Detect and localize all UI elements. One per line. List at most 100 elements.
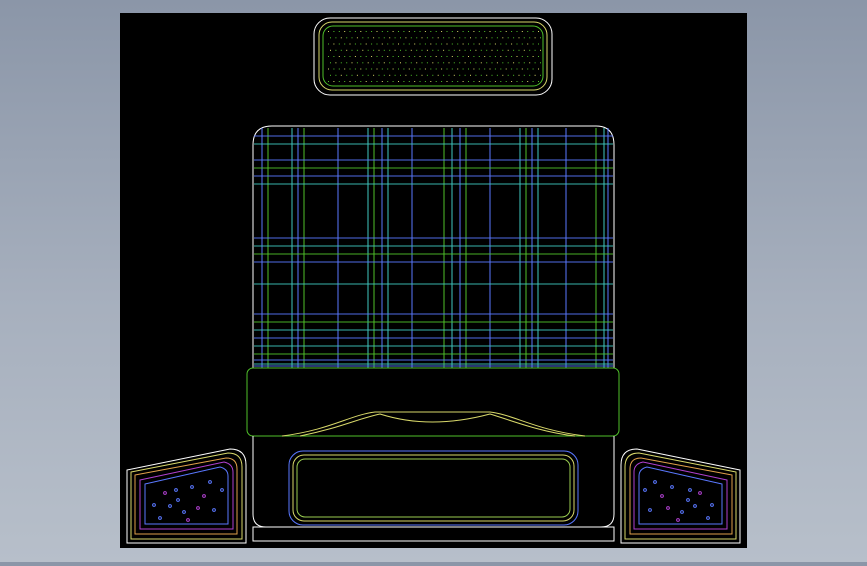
headrest-dot — [540, 62, 541, 64]
headrest-dot — [373, 74, 375, 76]
headrest-dot — [338, 31, 340, 32]
headrest-dot — [489, 81, 491, 82]
headrest-dot — [405, 62, 407, 64]
headrest-dot — [513, 62, 515, 64]
headrest-dot — [527, 56, 529, 57]
headrest-dot — [534, 37, 536, 39]
headrest-dot — [538, 68, 539, 70]
headrest-dot — [335, 37, 337, 39]
headrest-dot — [500, 81, 502, 82]
headrest-dot — [534, 74, 536, 76]
headrest-dot — [398, 81, 399, 82]
headrest-dot — [521, 56, 523, 57]
headrest-dot — [360, 81, 362, 82]
headrest-dot — [441, 31, 443, 32]
headrest-dot — [349, 81, 351, 82]
headrest-dot — [468, 31, 469, 32]
headrest-dot — [338, 43, 340, 45]
headrest-dot — [333, 81, 335, 82]
headrest-dot — [475, 49, 477, 51]
headrest-dot — [403, 56, 405, 57]
headrest-dot — [387, 68, 389, 70]
headrest-dot — [462, 81, 464, 82]
headrest-dot — [424, 56, 426, 57]
headrest-dot — [513, 74, 515, 76]
headrest-dot — [513, 37, 515, 39]
headrest-dot — [376, 31, 378, 32]
headrest-dot — [527, 68, 529, 70]
headrest-dot — [430, 56, 432, 57]
headrest-dot — [346, 49, 348, 51]
headrest-dot — [405, 49, 407, 51]
headrest-dot — [354, 68, 356, 70]
headrest-dot — [371, 56, 373, 57]
headrest-dot — [507, 74, 509, 76]
headrest-dot — [328, 81, 329, 82]
headrest-dot — [464, 62, 466, 64]
headrest-dot — [451, 56, 453, 57]
headrest-dot — [424, 43, 426, 45]
headrest-dot — [371, 31, 373, 32]
headrest-dot — [505, 56, 507, 57]
headrest-dot — [470, 74, 471, 76]
headrest-dot — [378, 62, 380, 64]
headrest-dot — [534, 49, 536, 51]
headrest-dot — [532, 43, 534, 45]
headrest-dot — [478, 56, 480, 57]
headrest-dot — [464, 74, 466, 76]
headrest-dot — [367, 62, 369, 64]
headrest-dot — [502, 62, 504, 64]
headrest-dot — [464, 37, 466, 39]
headrest-dot — [511, 56, 513, 57]
headrest-dot — [394, 37, 396, 39]
headrest-dot — [408, 68, 410, 70]
headrest-dot — [421, 62, 423, 64]
headrest-dot — [441, 81, 443, 82]
headrest-dot — [448, 37, 450, 39]
headrest-dot — [523, 49, 525, 51]
headrest-dot — [441, 56, 443, 57]
headrest-dot — [475, 37, 477, 39]
headrest-dot — [381, 43, 383, 45]
headrest-dot — [381, 68, 383, 70]
headrest-dot — [344, 81, 346, 82]
headrest-dot — [540, 37, 541, 39]
headrest-dot — [351, 37, 353, 39]
headrest-dot — [344, 31, 346, 32]
headrest-dot — [426, 37, 428, 39]
headrest-dot — [378, 74, 380, 76]
headrest-dot — [378, 49, 380, 51]
headrest-dot — [529, 74, 531, 76]
headrest-dot — [340, 62, 342, 64]
headrest-dot — [491, 49, 493, 51]
headrest-dot — [328, 68, 329, 70]
headrest-dot — [424, 31, 426, 32]
headrest-dot — [421, 74, 423, 76]
headrest-dot — [473, 81, 475, 82]
headrest-dot — [468, 56, 469, 57]
headrest-dot — [344, 43, 346, 45]
headrest-dot — [403, 31, 405, 32]
headrest-dot — [394, 62, 396, 64]
headrest-dot — [437, 74, 439, 76]
headrest-dot — [389, 74, 391, 76]
headrest-dot — [457, 68, 459, 70]
headrest-dot — [371, 43, 373, 45]
headrest-dot — [489, 43, 491, 45]
headrest-dot — [335, 49, 337, 51]
headrest-dot — [371, 81, 373, 82]
headrest-dot — [502, 37, 504, 39]
headrest-dot — [365, 43, 367, 45]
headrest-dot — [367, 74, 369, 76]
headrest-dot — [362, 49, 364, 51]
headrest-dot — [478, 31, 480, 32]
headrest-dot — [489, 68, 491, 70]
headrest-dot — [518, 62, 520, 64]
headrest-dot — [362, 62, 364, 64]
headrest-dot — [356, 74, 358, 76]
headrest-dot — [410, 37, 412, 39]
headrest-dot — [478, 68, 480, 70]
headrest-dot — [494, 31, 496, 32]
headrest-dot — [333, 56, 335, 57]
headrest-dot — [335, 62, 337, 64]
